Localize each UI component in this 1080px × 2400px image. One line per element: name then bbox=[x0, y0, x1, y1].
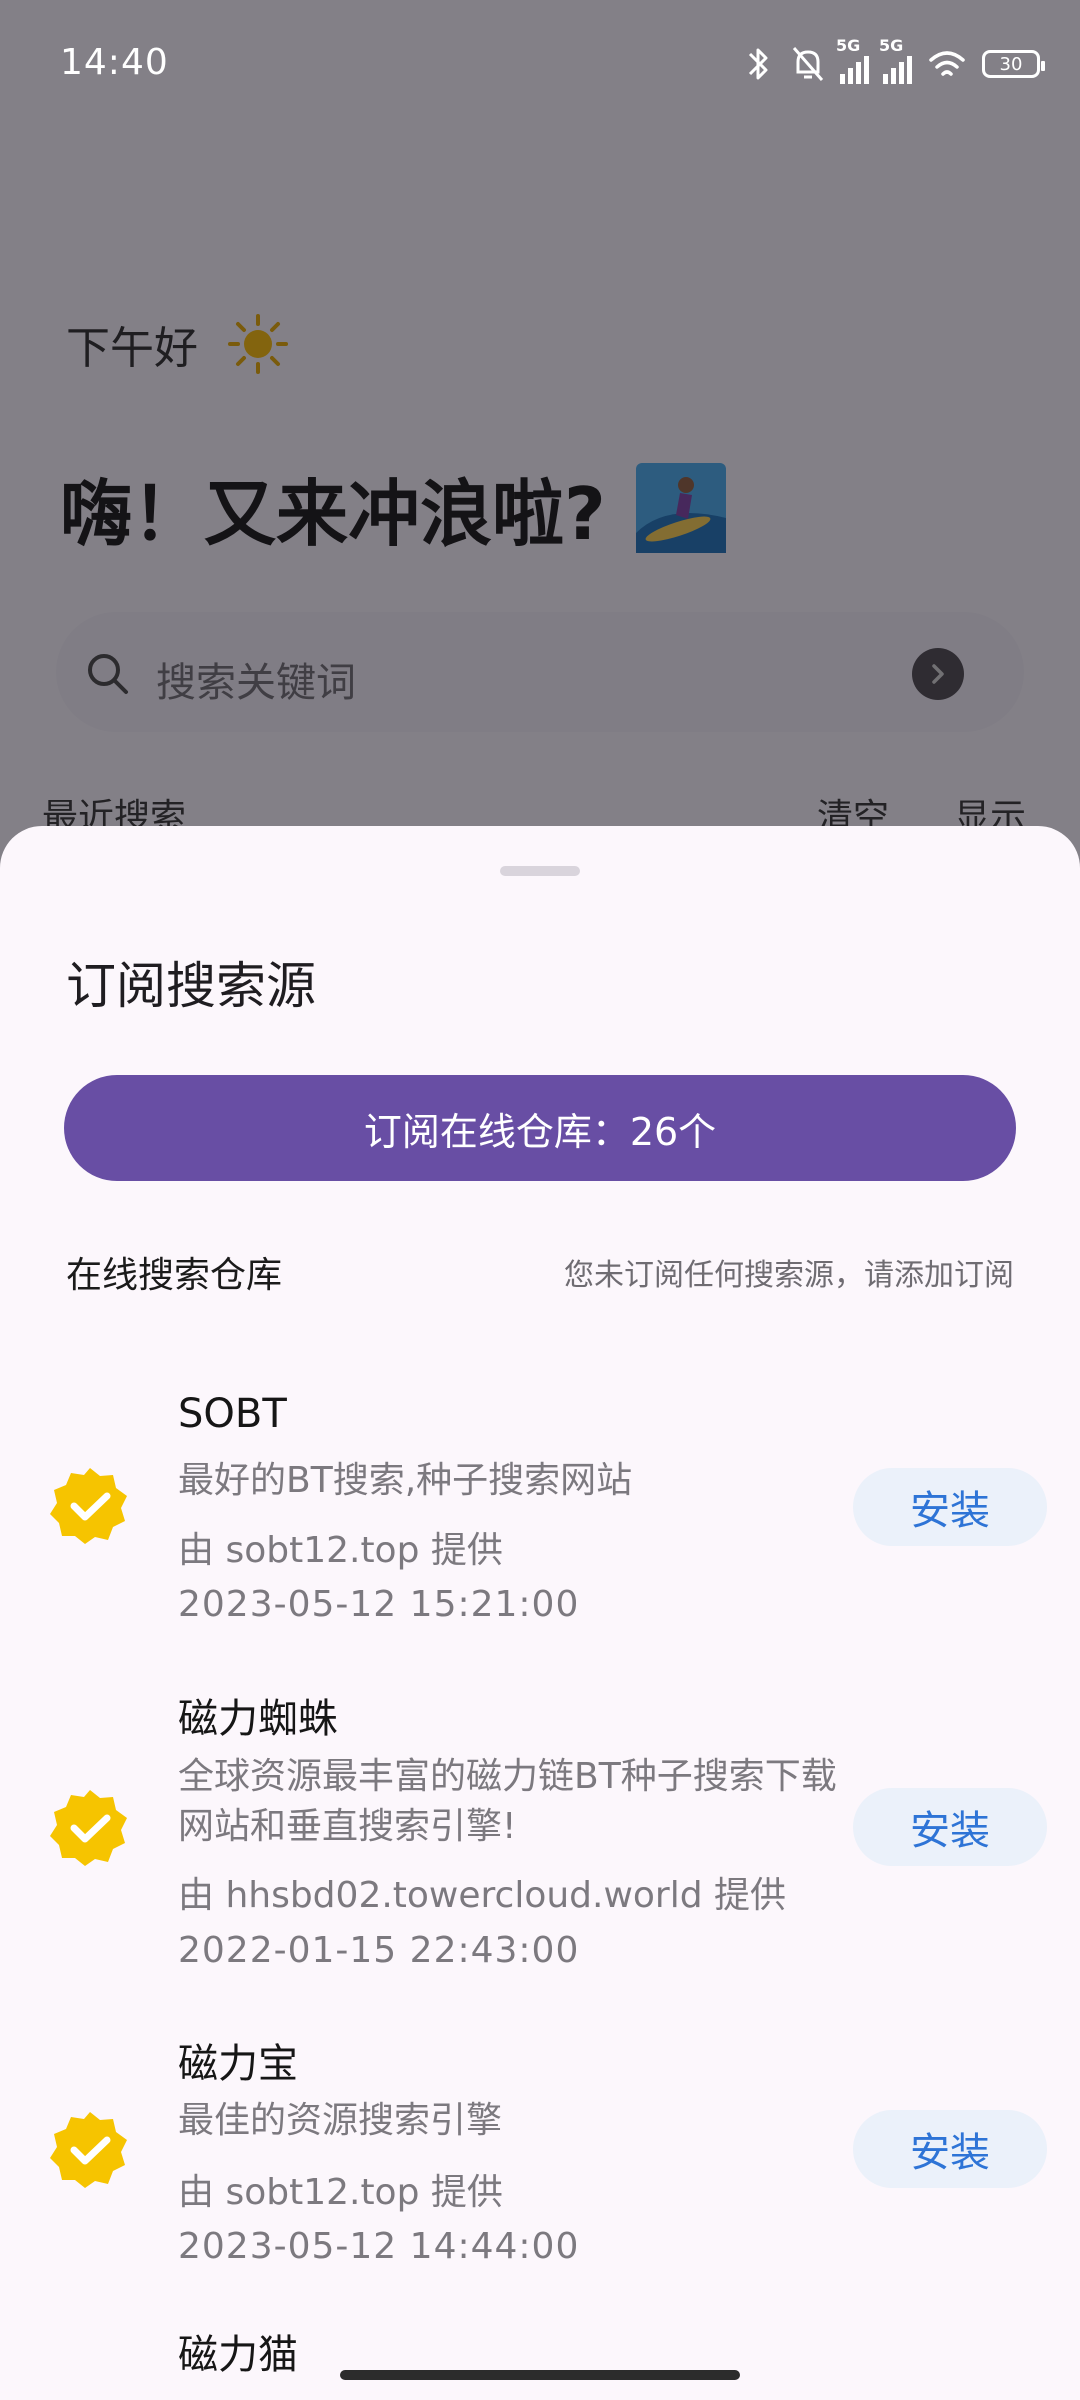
source-name: 磁力宝 bbox=[178, 2041, 298, 2087]
source-name: 磁力猫 bbox=[178, 2332, 298, 2378]
wifi-icon bbox=[929, 51, 965, 76]
verified-badge-icon bbox=[50, 1468, 127, 1544]
bluetooth-icon bbox=[748, 48, 768, 80]
bell-muted-icon bbox=[792, 47, 824, 81]
battery-icon: 30 bbox=[982, 50, 1045, 78]
sheet-title: 订阅搜索源 bbox=[66, 957, 316, 1015]
status-bar: 14:40 5G 5G 30 bbox=[0, 0, 1080, 130]
source-description: 最好的BT搜索,种子搜索网站 bbox=[178, 1460, 633, 1501]
source-description: 最佳的资源搜索引擎 bbox=[178, 2100, 503, 2141]
subscribe-sources-sheet: 订阅搜索源 订阅在线仓库：26个 在线搜索仓库 您未订阅任何搜索源，请添加订阅 … bbox=[0, 826, 1080, 2400]
status-time: 14:40 bbox=[60, 42, 169, 83]
no-subscription-hint: 您未订阅任何搜索源，请添加订阅 bbox=[564, 1258, 1014, 1293]
gesture-nav-bar[interactable] bbox=[340, 2370, 740, 2380]
signal-strength-icon: 5G bbox=[836, 36, 869, 84]
source-date: 2022-01-15 22:43:00 bbox=[178, 1930, 580, 1971]
source-name: SOBT bbox=[178, 1391, 287, 1437]
install-button[interactable]: 安装 bbox=[853, 1788, 1047, 1866]
battery-level: 30 bbox=[999, 53, 1023, 75]
source-provider: 由 sobt12.top 提供 bbox=[178, 1530, 503, 1571]
online-repo-label: 在线搜索仓库 bbox=[66, 1255, 283, 1296]
source-provider: 由 sobt12.top 提供 bbox=[178, 2172, 503, 2213]
signal-tag-2: 5G bbox=[879, 36, 904, 55]
source-provider: 由 hhsbd02.towercloud.world 提供 bbox=[178, 1875, 787, 1916]
source-description: 全球资源最丰富的磁力链BT种子搜索下载网站和垂直搜索引擎! bbox=[178, 1756, 837, 1847]
source-date: 2023-05-12 14:44:00 bbox=[178, 2226, 580, 2267]
signal-strength-icon-2: 5G bbox=[879, 36, 912, 84]
subscribe-online-repo-button[interactable]: 订阅在线仓库：26个 bbox=[64, 1075, 1016, 1181]
verified-badge-icon bbox=[50, 1790, 127, 1866]
sheet-drag-handle[interactable] bbox=[500, 866, 580, 876]
verified-badge-icon bbox=[50, 2112, 127, 2188]
install-button[interactable]: 安装 bbox=[853, 2110, 1047, 2188]
signal-tag-1: 5G bbox=[836, 36, 861, 55]
install-button[interactable]: 安装 bbox=[853, 1468, 1047, 1546]
source-date: 2023-05-12 15:21:00 bbox=[178, 1584, 580, 1625]
source-name: 磁力蜘蛛 bbox=[178, 1696, 338, 1742]
status-icons: 5G 5G 30 bbox=[740, 36, 1045, 88]
